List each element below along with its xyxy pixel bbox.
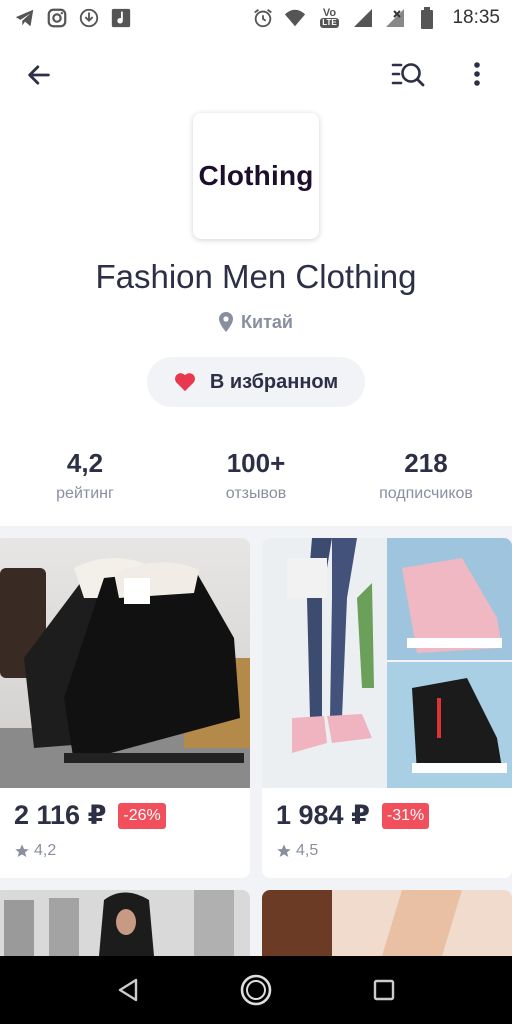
shop-logo-text: Clothing — [198, 160, 314, 191]
stat-rating[interactable]: 4,2 рейтинг — [5, 448, 165, 503]
stat-value: 218 — [404, 448, 448, 478]
product-price: 2 116 ₽ — [14, 800, 107, 830]
signal-x-icon — [384, 7, 406, 29]
clock: 18:35 — [452, 7, 500, 28]
product-image — [262, 890, 512, 956]
shop-location: Китай — [0, 308, 512, 336]
download-icon — [78, 7, 100, 29]
app-bar — [0, 48, 512, 100]
list-search-icon[interactable] — [388, 56, 430, 92]
rating-value: 4,5 — [296, 842, 319, 859]
stat-followers[interactable]: 218 подписчиков — [346, 448, 506, 503]
product-price-row: 1 984 ₽ -31% — [276, 800, 430, 831]
favorite-label: В избранном — [209, 370, 339, 393]
wifi-icon — [284, 7, 306, 29]
stat-reviews[interactable]: 100+ отзывов — [176, 448, 336, 503]
stat-value: 100+ — [226, 448, 286, 478]
music-app-icon — [110, 7, 132, 29]
signal-icon — [352, 7, 374, 29]
arrow-left-icon[interactable] — [22, 58, 56, 92]
volte-bottom-label: LTE — [320, 18, 339, 28]
more-vert-icon[interactable] — [462, 56, 492, 92]
stat-label: рейтинг — [56, 485, 114, 502]
product-image — [262, 538, 512, 788]
product-card[interactable] — [262, 890, 512, 956]
stat-label: отзывов — [225, 485, 287, 502]
location-label: Китай — [241, 311, 293, 332]
alarm-icon — [252, 7, 274, 29]
heart-icon — [174, 373, 195, 392]
product-image — [0, 538, 250, 788]
nav-recents-icon[interactable] — [362, 968, 406, 1012]
battery-icon — [416, 7, 438, 29]
volte-top-label: Vo — [322, 7, 337, 19]
product-price: 1 984 ₽ — [276, 800, 370, 830]
discount-badge: -26% — [118, 802, 166, 829]
star-icon — [277, 844, 291, 857]
nav-home-icon[interactable] — [234, 968, 278, 1012]
shop-name: Fashion Men Clothing — [95, 258, 417, 295]
stat-label: подписчиков — [379, 485, 473, 502]
telegram-icon — [14, 7, 36, 29]
product-rating: 4,5 — [276, 842, 318, 860]
star-icon — [15, 844, 29, 857]
status-bar: Vo LTE 18:35 — [0, 0, 512, 36]
stat-value: 4,2 — [66, 448, 104, 478]
system-nav-bar — [0, 956, 512, 1024]
shop-stats: 4,2 рейтинг 100+ отзывов 218 подписчиков — [0, 448, 512, 518]
discount-badge: -31% — [381, 802, 430, 829]
product-rating: 4,2 — [14, 842, 56, 860]
shop-logo: Clothing — [193, 113, 319, 239]
volte-icon: Vo LTE — [316, 7, 342, 29]
favorite-button[interactable]: В избранном — [147, 357, 365, 407]
product-image — [0, 890, 250, 956]
product-price-row: 2 116 ₽ -26% — [14, 800, 166, 831]
product-card[interactable] — [0, 890, 250, 956]
rating-value: 4,2 — [34, 842, 57, 859]
instagram-icon — [46, 7, 68, 29]
nav-back-icon[interactable] — [106, 968, 150, 1012]
location-pin-icon — [219, 312, 234, 332]
